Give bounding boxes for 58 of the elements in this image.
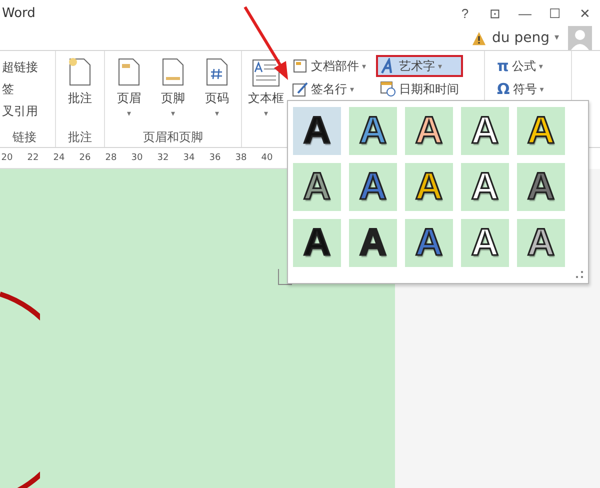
wordart-style[interactable]: A [349, 219, 397, 267]
group-label: 页眉和页脚 [142, 129, 204, 145]
window-control-button[interactable]: ⊡ [480, 1, 510, 25]
window-control-button[interactable]: ✕ [570, 1, 600, 25]
ribbon-command[interactable]: 签 [2, 81, 47, 98]
page-icon [161, 57, 185, 87]
caret-icon: ▾ [214, 110, 219, 118]
caret-icon: ▾ [350, 84, 354, 94]
note-icon [68, 57, 92, 87]
caret-icon: ▾ [126, 110, 131, 118]
caret-icon: ▾ [362, 62, 366, 70]
caret-icon: ▾ [170, 110, 175, 118]
ruler-number: 26 [78, 153, 92, 163]
warning-icon [470, 30, 487, 46]
ruler-number: 22 [26, 153, 40, 163]
ruler-number: 20 [0, 153, 14, 163]
wordart-style[interactable]: A [293, 107, 341, 155]
wordart-style[interactable]: A [349, 163, 397, 211]
wordart-style[interactable]: A [293, 219, 341, 267]
calendar-clock-icon [380, 81, 396, 97]
wordart-style[interactable]: A [517, 163, 565, 211]
ruler-number: 40 [260, 153, 274, 163]
ribbon-button[interactable]: 页眉 ▾ [113, 55, 145, 120]
ruler-number: 38 [234, 153, 248, 163]
document-parts-icon [292, 58, 308, 74]
ribbon-command[interactable]: 艺术字 ▾ [376, 55, 464, 77]
user-name[interactable]: du peng [492, 30, 550, 46]
resize-grip-icon[interactable] [576, 271, 584, 279]
group-label: 批注 [67, 129, 93, 145]
text-box-icon [252, 59, 280, 87]
window-title: Word [2, 6, 36, 20]
ruler-number: 28 [104, 153, 118, 163]
ruler-number: 32 [156, 153, 170, 163]
ribbon-button[interactable]: 页脚 ▾ [157, 55, 189, 120]
ribbon-button[interactable]: 文本框 ▾ [248, 57, 284, 120]
ruler-number: 34 [182, 153, 196, 163]
caret-icon: ▾ [540, 84, 544, 94]
symbol-icon: π [497, 57, 509, 75]
ribbon-button[interactable]: 批注 [64, 55, 96, 109]
caret-icon: ▾ [264, 110, 268, 118]
page-icon [205, 57, 229, 87]
symbol-icon: Ω [497, 80, 510, 98]
window-control-button[interactable]: ? [450, 1, 480, 25]
wordart-style[interactable]: A [405, 219, 453, 267]
window-control-button[interactable]: — [510, 1, 540, 25]
ruler-number: 30 [130, 153, 144, 163]
ribbon-button[interactable]: 页码 ▾ [201, 55, 233, 120]
page-icon [117, 57, 141, 87]
ribbon-command[interactable]: 超链接 [2, 59, 47, 76]
margin-corner-mark [278, 269, 292, 285]
caret-icon[interactable]: ▾ [554, 33, 559, 43]
caret-icon: ▾ [438, 62, 442, 70]
group-label: 链接 [12, 129, 38, 145]
ribbon-command[interactable]: 叉引用 [2, 103, 47, 120]
ruler-number: 36 [208, 153, 222, 163]
window-control-button[interactable]: ☐ [540, 1, 570, 25]
ruler-number: 24 [52, 153, 66, 163]
caret-icon: ▾ [538, 62, 543, 70]
